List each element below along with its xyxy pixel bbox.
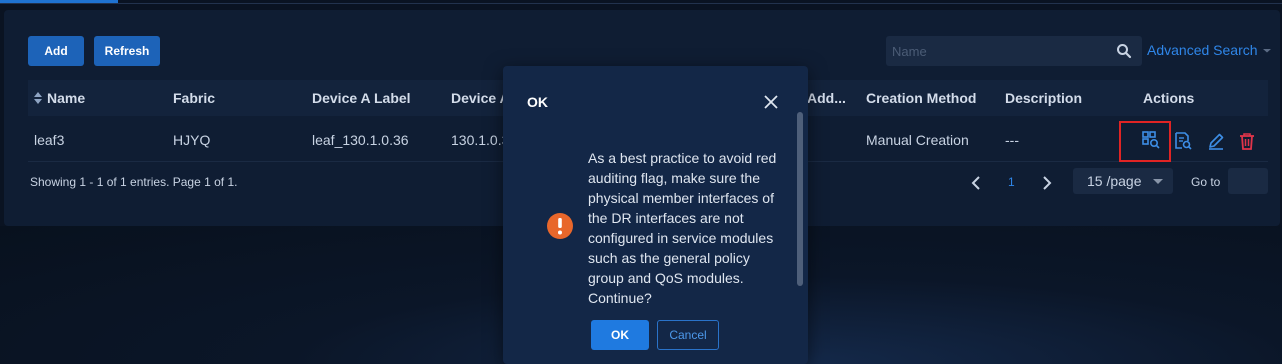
tab-strip xyxy=(0,0,1282,4)
advanced-search-link[interactable]: Advanced Search xyxy=(1147,42,1272,58)
cell-description: --- xyxy=(1005,132,1019,148)
add-button[interactable]: Add xyxy=(28,36,84,66)
ok-button[interactable]: OK xyxy=(591,320,649,350)
page-size-select[interactable]: 15 /page xyxy=(1073,168,1173,194)
page-number-current[interactable]: 1 xyxy=(1008,175,1015,189)
column-header-device-a: Device A xyxy=(451,90,510,106)
column-header-description: Description xyxy=(1005,90,1083,106)
chevron-down-icon xyxy=(1262,49,1271,53)
warning-icon xyxy=(547,213,573,239)
edit-icon[interactable] xyxy=(1207,132,1225,150)
refresh-button[interactable]: Refresh xyxy=(94,36,160,66)
column-header-name[interactable]: Name xyxy=(47,90,85,106)
confirm-dialog: OK As a best practice to avoid red audit… xyxy=(503,66,808,364)
goto-page-input[interactable] xyxy=(1228,168,1268,194)
delete-icon[interactable] xyxy=(1238,132,1256,150)
view-details-icon[interactable] xyxy=(1174,132,1192,150)
dialog-scrollbar[interactable] xyxy=(797,112,803,286)
column-header-fabric: Fabric xyxy=(173,90,216,106)
caret-down-icon xyxy=(1153,179,1163,184)
dialog-message: As a best practice to avoid red auditing… xyxy=(588,150,777,306)
close-icon[interactable] xyxy=(763,94,779,110)
goto-label: Go to xyxy=(1191,175,1221,189)
cell-name: leaf3 xyxy=(34,132,65,148)
search-icon[interactable] xyxy=(1116,43,1132,59)
search-box xyxy=(886,36,1142,66)
cell-device-a: 130.1.0.3 xyxy=(451,132,510,148)
column-header-actions: Actions xyxy=(1143,90,1195,106)
dialog-title: OK xyxy=(527,94,548,110)
page-size-value: 15 /page xyxy=(1087,173,1142,189)
active-tab-indicator xyxy=(0,0,118,3)
sort-icon[interactable] xyxy=(33,92,43,104)
advanced-search-label: Advanced Search xyxy=(1147,42,1258,58)
cell-fabric: HJYQ xyxy=(173,132,211,148)
member-interfaces-icon[interactable] xyxy=(1142,131,1160,149)
cell-device-a-label: leaf_130.1.0.36 xyxy=(312,132,409,148)
pagination-summary: Showing 1 - 1 of 1 entries. Page 1 of 1. xyxy=(30,175,238,189)
search-input[interactable] xyxy=(886,36,1112,66)
column-header-creation-method: Creation Method xyxy=(866,90,977,106)
column-header-device-a-label: Device A Label xyxy=(312,90,411,106)
next-page-icon[interactable] xyxy=(1042,176,1052,190)
prev-page-icon[interactable] xyxy=(971,176,981,190)
cancel-button[interactable]: Cancel xyxy=(657,320,719,350)
column-header-address: Add... xyxy=(807,90,846,106)
cell-creation-method: Manual Creation xyxy=(866,132,969,148)
